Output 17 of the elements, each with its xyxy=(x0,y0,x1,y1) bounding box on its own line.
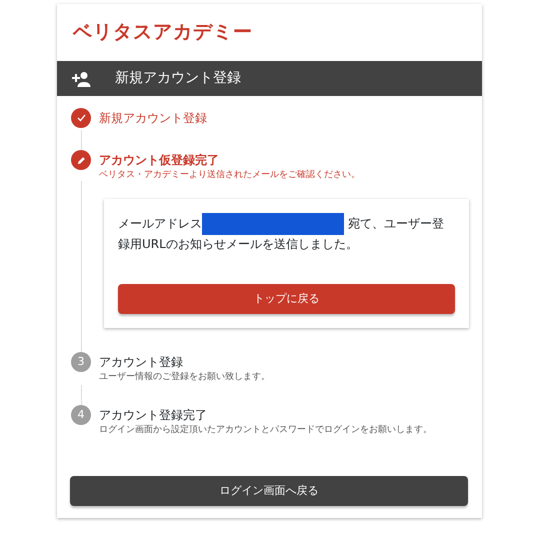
back-to-login-button[interactable]: ログイン画面へ戻る xyxy=(70,476,468,506)
pencil-icon xyxy=(76,156,86,164)
step-title: アカウント仮登録完了 xyxy=(99,152,220,169)
message-text: メールアドレス 宛て、ユーザー登録用URLのお知らせメールを送信しました。 xyxy=(118,213,455,254)
header-title: 新規アカウント登録 xyxy=(115,69,241,88)
step-title: アカウント登録 xyxy=(99,354,184,371)
check-icon xyxy=(76,114,86,122)
step-description: ログイン画面から設定頂いたアカウントとパスワードでログインをお願いします。 xyxy=(99,425,432,436)
step-description: ユーザー情報のご登録をお願い致します。 xyxy=(99,372,270,383)
step-title: 新規アカウント登録 xyxy=(99,110,207,127)
step-marker: 4 xyxy=(71,405,91,425)
step-description: ベリタス・アカデミーより送信されたメールをご確認ください。 xyxy=(99,170,360,181)
add-user-icon xyxy=(69,70,91,86)
back-to-top-button[interactable]: トップに戻る xyxy=(118,284,455,314)
step-marker: 3 xyxy=(71,352,91,372)
step-title: アカウント登録完了 xyxy=(99,407,208,424)
logo: ベリタスアカデミー xyxy=(72,20,254,45)
